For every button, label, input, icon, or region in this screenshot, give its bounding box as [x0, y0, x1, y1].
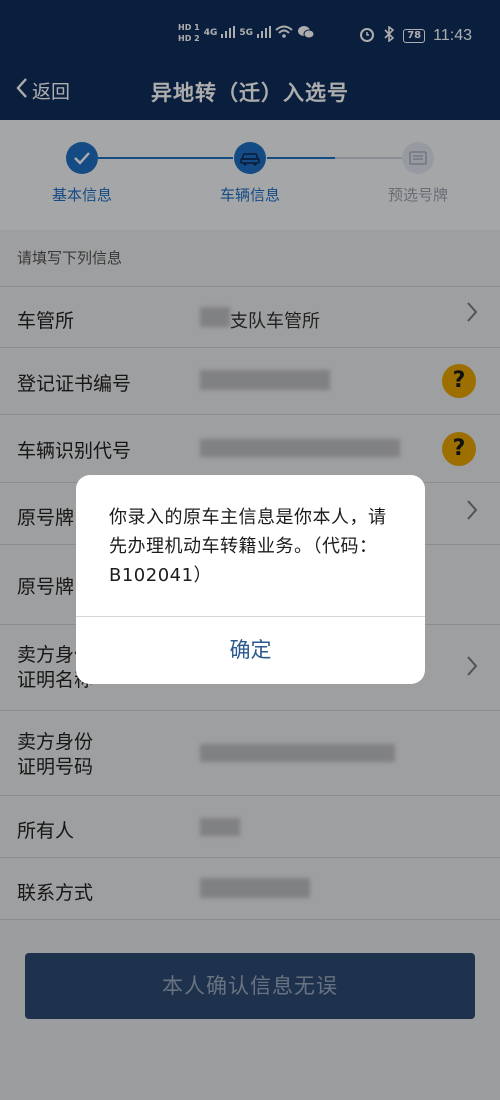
alert-dialog: 你录入的原车主信息是你本人，请先办理机动车转籍业务。（代码：B102041） 确…	[76, 475, 425, 684]
dialog-message: 你录入的原车主信息是你本人，请先办理机动车转籍业务。（代码：B102041）	[109, 507, 387, 586]
dialog-ok-button[interactable]: 确定	[76, 617, 425, 684]
